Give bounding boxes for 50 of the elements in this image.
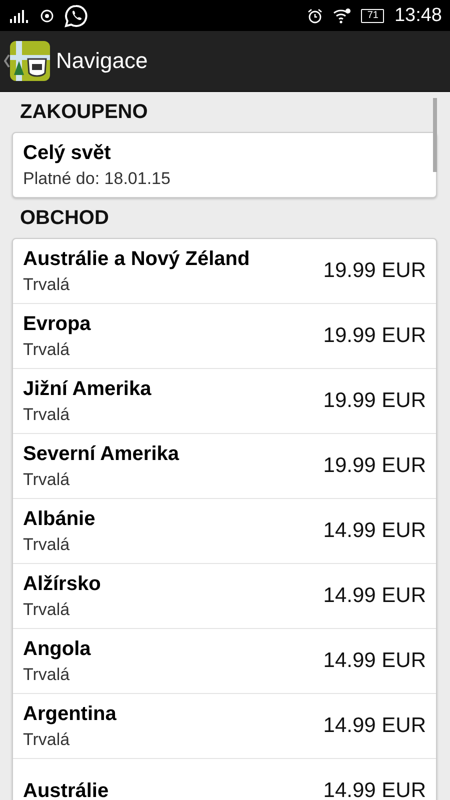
item-subtitle: Trvalá (23, 664, 71, 684)
item-name: Alžírsko (23, 572, 101, 596)
item-name: Jižní Amerika (23, 378, 152, 400)
clock-time: 13:48 (394, 4, 442, 26)
item-price: 19.99 EUR (323, 259, 426, 283)
list-row[interactable]: Celý svět Platné do: 18.01.15 (13, 133, 436, 197)
back-chevron-icon (4, 54, 10, 68)
item-name: Austrálie a Nový Zéland (23, 248, 250, 270)
wifi-icon (333, 8, 352, 24)
item-name: Severní Amerika (23, 442, 180, 466)
item-price: 14.99 EUR (323, 519, 426, 543)
item-subtitle: Platné do: 18.01.15 (23, 168, 170, 188)
item-subtitle: Trvalá (23, 534, 71, 554)
item-price: 14.99 EUR (323, 779, 426, 800)
item-name: Evropa (23, 312, 91, 336)
item-price: 14.99 EUR (323, 714, 426, 738)
list-row[interactable]: Argentina Trvalá 14.99 EUR (13, 693, 436, 758)
item-subtitle: Trvalá (23, 470, 71, 490)
map-road-sign-icon (10, 41, 50, 81)
list-row[interactable]: Jižní Amerika Trvalá 19.99 EUR (13, 368, 436, 433)
item-price: 19.99 EUR (323, 454, 426, 478)
item-subtitle: Trvalá (23, 404, 71, 424)
signal-icon (10, 8, 30, 22)
item-subtitle: Trvalá (23, 340, 71, 360)
item-price: 14.99 EUR (323, 649, 426, 673)
item-name: Argentina (23, 702, 116, 726)
battery-level: 71 (361, 8, 384, 22)
list-row[interactable]: Evropa Trvalá 19.99 EUR (13, 303, 436, 368)
list-row[interactable]: Albánie Trvalá 14.99 EUR (13, 498, 436, 563)
item-price: 19.99 EUR (323, 324, 426, 348)
item-subtitle: Trvalá (23, 730, 71, 750)
list-row[interactable]: Severní Amerika Trvalá 19.99 EUR (13, 433, 436, 498)
list-row[interactable]: Alžírsko Trvalá 14.99 EUR (13, 563, 436, 628)
list-row[interactable]: Austrálie a Nový Zéland Trvalá 19.99 EUR (13, 239, 436, 303)
list-row[interactable]: Angola Trvalá 14.99 EUR (13, 628, 436, 693)
item-name: Celý svět (23, 142, 112, 164)
section-header: OBCHOD (19, 206, 110, 231)
alarm-icon (307, 8, 324, 24)
item-name: Angola (23, 638, 91, 660)
list-row[interactable]: Austrálie 14.99 EUR (13, 758, 436, 800)
item-price: 14.99 EUR (323, 584, 426, 608)
item-name: Austrálie (23, 780, 109, 800)
screen-title: Navigace (56, 48, 148, 74)
item-price: 19.99 EUR (323, 389, 426, 413)
item-subtitle: Trvalá (23, 274, 71, 294)
section-header: ZAKOUPENO (19, 100, 149, 125)
location-icon (40, 8, 54, 22)
chat-icon (64, 4, 88, 28)
item-subtitle: Trvalá (23, 600, 71, 620)
item-name: Albánie (23, 508, 96, 530)
